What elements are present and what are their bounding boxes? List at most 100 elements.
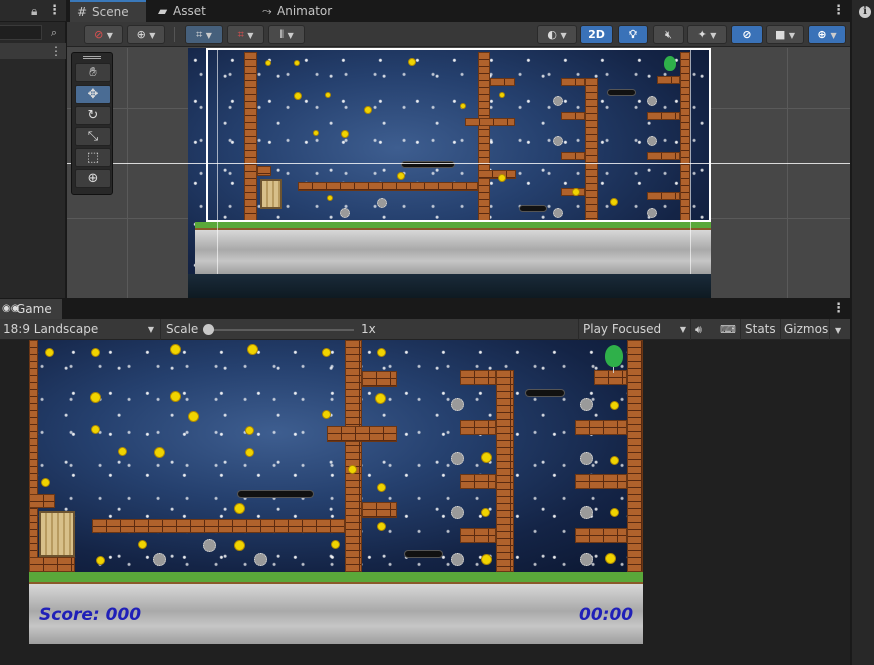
- coin: [245, 448, 254, 457]
- scene-row-menu-icon[interactable]: ⋮: [50, 43, 62, 59]
- camera-bounds: [206, 48, 711, 222]
- search-by-type-icon[interactable]: ⌕: [47, 25, 61, 40]
- scene-hud-panel: [195, 230, 711, 274]
- mute-audio-icon[interactable]: 🔊︎: [695, 319, 702, 340]
- light-bulb-icon: 💡︎: [629, 28, 637, 41]
- brick-ledge: [460, 474, 496, 489]
- ground-grass: [29, 572, 643, 584]
- camera-dropdown[interactable]: ■ ▼: [766, 25, 804, 44]
- aspect-ratio-label: 18:9 Landscape: [3, 322, 99, 336]
- move-tool-icon[interactable]: ✥: [75, 85, 111, 104]
- coin: [41, 478, 50, 487]
- draw-mode-icon: ⊘: [94, 28, 104, 41]
- snap-grid-dropdown[interactable]: ⌗ ▼: [185, 25, 223, 44]
- toolbar-separator: [174, 27, 175, 42]
- coin: [610, 508, 619, 517]
- coin: [96, 556, 105, 565]
- game-viewport[interactable]: Score: 000 00:00: [29, 340, 643, 644]
- grid-snap-icon: ⌗: [196, 28, 203, 41]
- brick-base: [29, 557, 75, 572]
- scene-more-icon[interactable]: ⋮: [832, 4, 845, 18]
- grid-visibility-icon: ⦀: [279, 28, 285, 41]
- more-options-icon[interactable]: ⋮: [48, 4, 61, 18]
- coin: [234, 503, 245, 514]
- toolbar-separator: [780, 319, 781, 340]
- scale-slider-handle[interactable]: [203, 324, 214, 335]
- coin: [610, 456, 619, 465]
- tab-animator[interactable]: ⤳ Animator: [255, 0, 341, 22]
- spike-ball: [153, 553, 166, 566]
- increment-snap-icon: ⌗: [237, 28, 244, 41]
- game-more-icon[interactable]: ⋮: [832, 302, 845, 316]
- global-local-dropdown[interactable]: ⊕ ▼: [127, 25, 165, 44]
- spike-ball: [580, 452, 593, 465]
- spike-ball: [580, 398, 593, 411]
- keyboard-shortcuts-icon[interactable]: ⌨︎: [720, 319, 736, 340]
- rotate-tool-icon[interactable]: ↻: [75, 106, 111, 125]
- transform-tool-icon[interactable]: ⊕: [75, 169, 111, 188]
- hand-tool-icon[interactable]: ✋︎: [75, 63, 111, 82]
- moving-platform: [238, 491, 313, 497]
- info-icon[interactable]: i: [859, 6, 871, 18]
- increment-snap-dropdown[interactable]: ⌗ ▼: [227, 25, 264, 44]
- coin: [188, 411, 199, 422]
- brick-ledge: [575, 474, 627, 489]
- aspect-ratio-dropdown[interactable]: 18:9 Landscape ▼: [3, 319, 158, 340]
- hierarchy-search-input[interactable]: [0, 25, 42, 40]
- coin: [247, 344, 258, 355]
- effects-dropdown[interactable]: ✦ ▼: [687, 25, 727, 44]
- toolbar-separator: [578, 319, 579, 340]
- coin: [375, 393, 386, 404]
- gizmos-dropdown-arrow[interactable]: ▼: [835, 319, 841, 340]
- toolbar-separator: [740, 319, 741, 340]
- scale-slider-track[interactable]: [207, 329, 354, 331]
- audio-toggle[interactable]: 🔇︎: [653, 25, 684, 44]
- coin: [377, 483, 386, 492]
- stats-button[interactable]: Stats: [745, 319, 776, 340]
- brick-column: [627, 340, 643, 572]
- tab-asset-store[interactable]: ▰ Asset Store: [151, 0, 239, 40]
- coin: [154, 447, 165, 458]
- coin: [170, 391, 181, 402]
- coin: [322, 410, 331, 419]
- tab-game[interactable]: ◉◉ Game: [0, 299, 62, 319]
- coin: [234, 540, 245, 551]
- moving-platform: [405, 551, 442, 557]
- game-toolbar: 18:9 Landscape ▼ Scale 1x Play Focused ▼…: [0, 319, 850, 340]
- coin: [348, 465, 357, 474]
- hierarchy-header: 🔒︎ ⋮: [0, 0, 66, 22]
- tab-animator-label: Animator: [277, 4, 333, 18]
- coin: [45, 348, 54, 357]
- play-mode-dropdown[interactable]: Play Focused ▼: [583, 319, 688, 340]
- scale-label: Scale: [166, 322, 199, 336]
- scene-window: # Scene ▰ Asset Store ⤳ Animator ⋮ ⊘ ▼ ⊕…: [67, 0, 850, 298]
- spike-ball: [451, 506, 464, 519]
- toolbar-separator: [829, 319, 830, 340]
- tab-scene[interactable]: # Scene: [70, 0, 146, 22]
- hidden-objects-toggle[interactable]: ⊘: [731, 25, 763, 44]
- coin: [91, 425, 100, 434]
- scene-viewport[interactable]: ✋︎ ✥ ↻ ⤡ ⬚ ⊕: [67, 48, 850, 298]
- lock-icon[interactable]: 🔒︎: [31, 4, 37, 19]
- globe-icon: ⊕: [136, 28, 146, 41]
- tab-scene-label: Scene: [92, 5, 129, 19]
- gamepad-icon: ◉◉: [2, 303, 20, 314]
- gizmos-dropdown[interactable]: ⊕ ▼: [808, 25, 846, 44]
- scale-tool-icon[interactable]: ⤡: [75, 127, 111, 146]
- rect-tool-icon[interactable]: ⬚: [75, 148, 111, 167]
- effects-icon: ✦: [697, 28, 707, 41]
- mode-2d-toggle[interactable]: 2D: [580, 25, 613, 44]
- spike-ball: [203, 539, 216, 552]
- spike-ball: [254, 553, 267, 566]
- coin: [481, 554, 492, 565]
- level-background: [29, 340, 643, 572]
- gizmos-button[interactable]: Gizmos: [784, 319, 828, 340]
- grid-visibility-dropdown[interactable]: ⦀ ▼: [268, 25, 305, 44]
- toolbar-separator: [690, 319, 691, 340]
- audio-muted-icon: 🔇︎: [665, 28, 672, 41]
- scene-ground-grass: [195, 222, 711, 230]
- shading-mode-dropdown[interactable]: ◐ ▼: [537, 25, 577, 44]
- lighting-toggle[interactable]: 💡︎: [618, 25, 648, 44]
- green-balloon: [605, 345, 623, 367]
- draw-mode-dropdown[interactable]: ⊘ ▼: [84, 25, 123, 44]
